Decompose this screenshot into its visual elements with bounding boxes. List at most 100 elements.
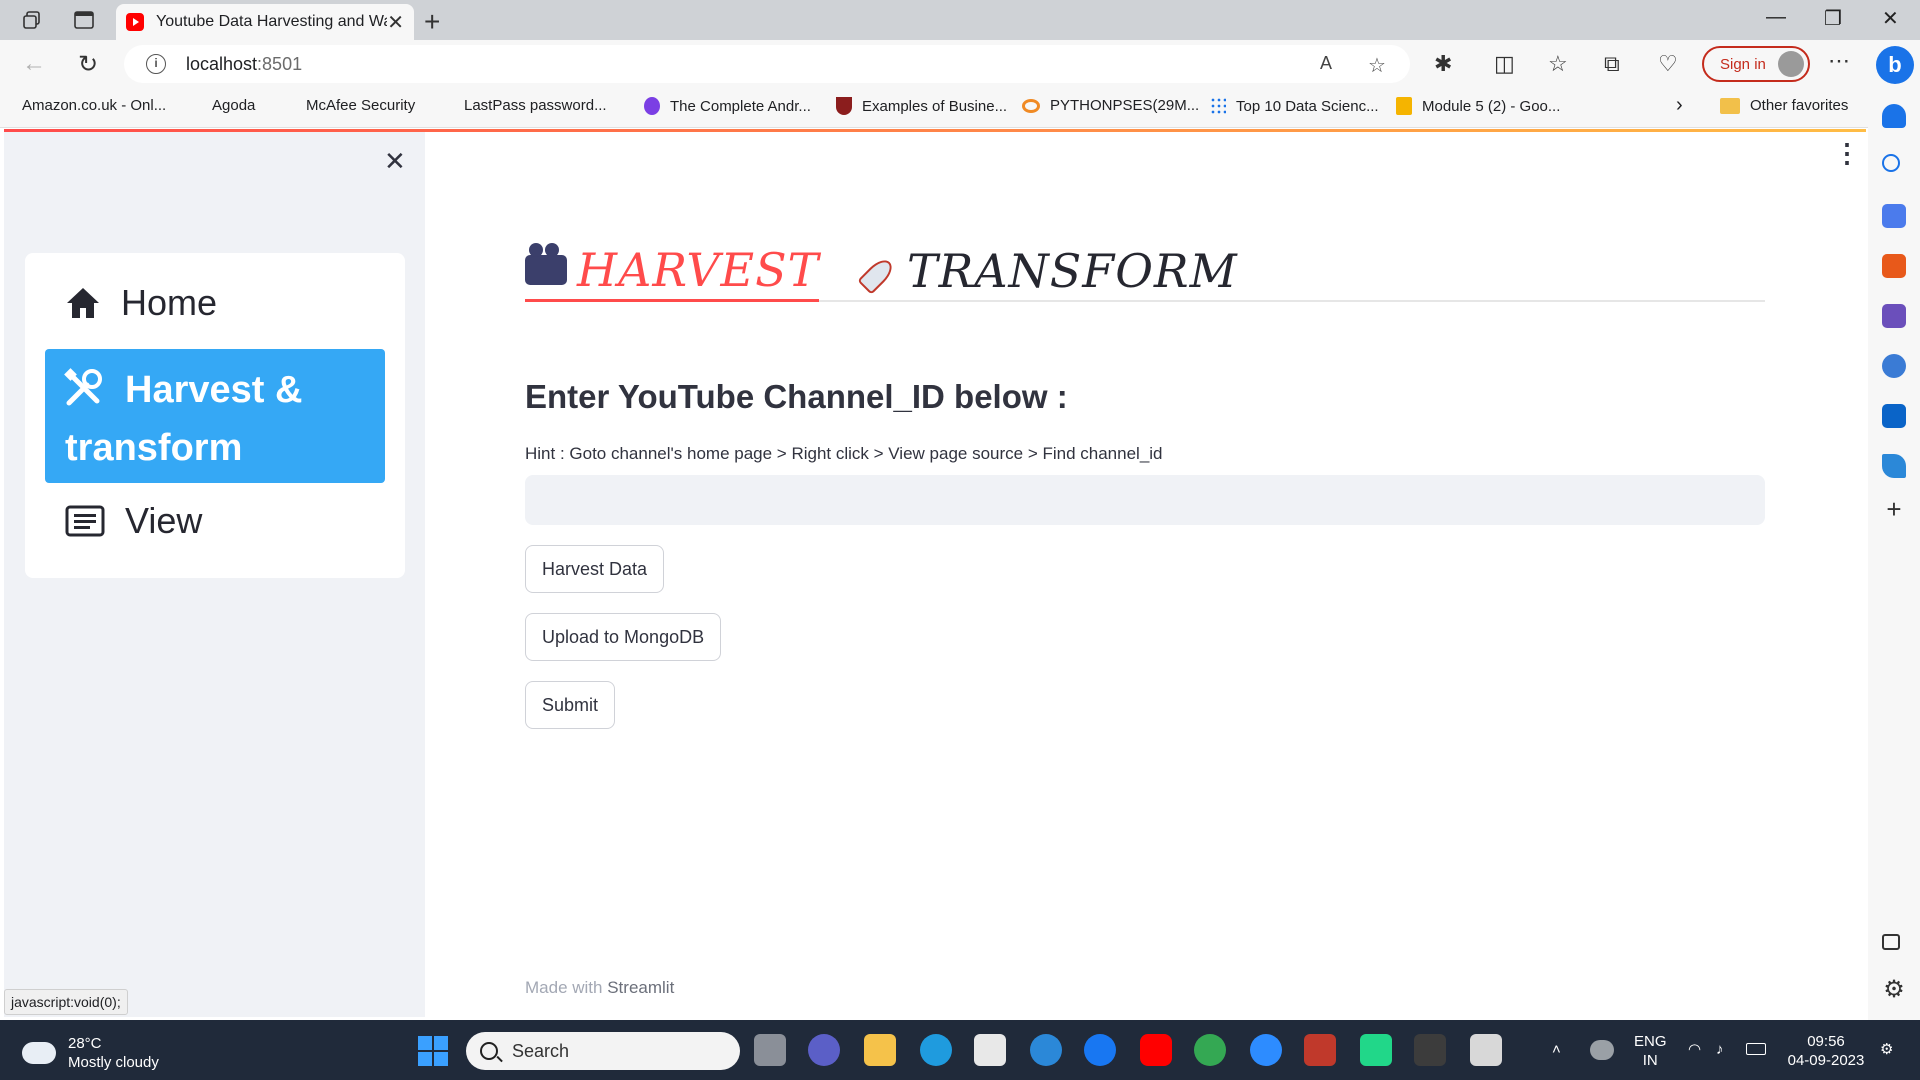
tab-transform[interactable]: TRANSFORM <box>845 240 1238 302</box>
active-tab[interactable]: Youtube Data Harvesting and Warehousing … <box>116 4 414 40</box>
favorite-item[interactable]: Module 5 (2) - Goo... <box>1396 97 1560 115</box>
store-icon[interactable] <box>974 1034 1006 1066</box>
menu-item-label: Home <box>121 282 218 323</box>
menu-item-home[interactable]: Home <box>45 277 385 329</box>
edge-icon[interactable] <box>920 1034 952 1066</box>
slides-icon <box>1396 97 1412 115</box>
battery-icon[interactable] <box>1746 1043 1766 1055</box>
favorite-item[interactable]: Agoda <box>212 97 255 244</box>
send-icon[interactable] <box>1882 454 1906 478</box>
bing-copilot-icon[interactable]: b <box>1876 46 1914 84</box>
vertical-tabs-icon[interactable] <box>72 8 96 32</box>
split-screen-icon[interactable]: ◫ <box>1494 51 1515 77</box>
search-icon[interactable] <box>1882 154 1900 172</box>
close-window-icon[interactable]: ✕ <box>1882 6 1899 31</box>
file-explorer-icon[interactable] <box>864 1034 896 1066</box>
folder-icon <box>1720 97 1740 114</box>
taskbar-search[interactable]: Search <box>466 1032 740 1070</box>
menu-item-harvest-transform[interactable]: Harvest & transform <box>45 349 385 483</box>
games-icon[interactable] <box>1882 304 1906 328</box>
option-menu: Home Harvest & transform View <box>25 253 405 578</box>
url-text: localhost:8501 <box>186 54 303 74</box>
zoom-icon[interactable] <box>1250 1034 1282 1066</box>
menu-item-view[interactable]: View <box>45 493 385 549</box>
channel-id-input[interactable] <box>525 475 1765 525</box>
favorite-item[interactable]: The Complete Andr... <box>644 97 811 115</box>
read-aloud-icon[interactable]: A <box>1320 53 1332 74</box>
language-indicator[interactable]: ENG IN <box>1634 1032 1667 1070</box>
favorite-item[interactable]: PYTHONPSES(29M... <box>1022 97 1199 114</box>
bell-icon[interactable] <box>1882 104 1906 128</box>
extensions-icon[interactable]: ✱ <box>1434 51 1452 77</box>
windows-start-icon[interactable] <box>418 1036 448 1066</box>
menu-item-label: Harvest & <box>125 369 303 411</box>
settings-gear-icon[interactable]: ⚙ <box>1882 978 1906 1002</box>
home-icon <box>67 288 99 318</box>
submit-button[interactable]: Submit <box>525 681 616 729</box>
sign-in-button[interactable]: Sign in <box>1702 46 1810 82</box>
wifi-icon[interactable]: ◠ <box>1688 1040 1701 1059</box>
back-icon[interactable]: ← <box>22 50 46 78</box>
teams-icon[interactable] <box>808 1034 840 1066</box>
restore-icon[interactable]: ❐ <box>1824 6 1842 31</box>
new-tab-icon[interactable]: + <box>424 6 440 38</box>
facebook-icon[interactable] <box>1084 1034 1116 1066</box>
main-menu-icon[interactable]: ⋮ <box>1834 140 1860 166</box>
cloud-icon <box>22 1034 56 1064</box>
onedrive-icon[interactable] <box>1590 1040 1614 1060</box>
close-sidebar-icon[interactable]: ✕ <box>384 146 406 177</box>
app-icon[interactable] <box>1304 1034 1336 1066</box>
address-bar[interactable]: i localhost:8501 A ☆ <box>124 45 1410 83</box>
tab-list: HARVEST TRANSFORM <box>525 240 1765 302</box>
chevron-up-icon[interactable]: ˄ <box>1552 1040 1561 1059</box>
clock[interactable]: 09:56 04-09-2023 <box>1786 1032 1866 1070</box>
dots-icon <box>1210 97 1226 115</box>
favorite-star-icon[interactable]: ☆ <box>1368 53 1386 78</box>
favorite-item[interactable]: LastPass password... <box>464 97 607 244</box>
weather-widget[interactable]: 28°C Mostly cloudy <box>22 1034 159 1072</box>
movie-camera-icon <box>525 242 567 285</box>
add-icon[interactable]: + <box>1882 496 1906 522</box>
more-menu-icon[interactable]: ⋯ <box>1828 48 1850 74</box>
collections-icon[interactable]: ⧉ <box>1604 51 1620 77</box>
status-bar-url: javascript:void(0); <box>4 989 128 1015</box>
youtube-app-icon[interactable] <box>1140 1034 1172 1066</box>
rocket-icon <box>859 253 895 289</box>
coursera-icon <box>1022 98 1040 113</box>
chrome-icon[interactable] <box>1194 1034 1226 1066</box>
m365-icon[interactable] <box>1882 354 1906 378</box>
youtube-icon <box>126 13 144 31</box>
favorite-item[interactable]: McAfee Security <box>306 97 415 244</box>
list-icon <box>65 505 105 537</box>
close-tab-icon[interactable]: ✕ <box>387 10 404 35</box>
favorite-item[interactable]: Top 10 Data Scienc... <box>1210 97 1379 115</box>
task-view-icon[interactable] <box>754 1034 786 1066</box>
edge-sidebar: + ⚙ <box>1868 88 1920 1020</box>
upload-mongodb-button[interactable]: Upload to MongoDB <box>525 613 722 661</box>
toolbox-icon[interactable] <box>1882 254 1906 278</box>
workspaces-icon[interactable] <box>20 8 44 32</box>
info-icon[interactable]: i <box>146 54 166 74</box>
favorite-item[interactable]: Amazon.co.uk - Onl... <box>22 97 166 244</box>
tag-icon[interactable] <box>1882 204 1906 228</box>
streamlit-link[interactable]: Streamlit <box>607 978 674 997</box>
other-favorites[interactable]: Other favorites <box>1720 97 1848 114</box>
favorite-item[interactable]: Examples of Busine... <box>836 97 1007 115</box>
help-icon[interactable] <box>1030 1034 1062 1066</box>
outlook-icon[interactable] <box>1882 404 1906 428</box>
search-icon <box>480 1042 498 1060</box>
refresh-icon[interactable]: ↻ <box>78 50 98 79</box>
favorites-icon[interactable]: ☆ <box>1548 51 1568 77</box>
minimize-icon[interactable]: — <box>1766 6 1786 29</box>
chevron-right-icon[interactable]: › <box>1676 94 1683 117</box>
snipping-tool-icon[interactable] <box>1470 1034 1502 1066</box>
tab-harvest[interactable]: HARVEST <box>525 240 820 302</box>
volume-icon[interactable]: ♪ <box>1716 1040 1724 1059</box>
hint-text: Hint : Goto channel's home page > Right … <box>525 444 1163 463</box>
terminal-icon[interactable] <box>1414 1034 1446 1066</box>
pycharm-icon[interactable] <box>1360 1034 1392 1066</box>
notification-icon[interactable]: ⚙ <box>1880 1040 1893 1059</box>
harvest-data-button[interactable]: Harvest Data <box>525 545 665 593</box>
sidebar-toggle-icon[interactable] <box>1882 934 1900 950</box>
browser-essentials-icon[interactable]: ♡ <box>1658 51 1678 77</box>
